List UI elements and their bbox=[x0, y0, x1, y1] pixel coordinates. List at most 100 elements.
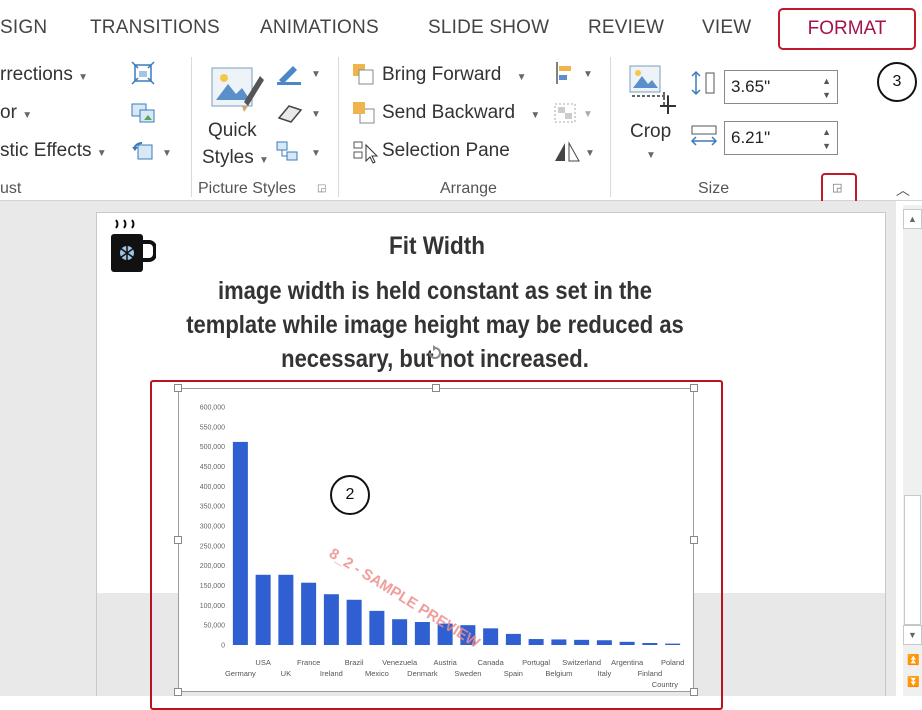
bar-venezuela bbox=[392, 619, 408, 645]
scroll-down-arrow-icon[interactable]: ▼ bbox=[903, 625, 922, 645]
artistic-effects-button[interactable]: stic Effects ▼ bbox=[0, 140, 107, 162]
shape-width-input[interactable]: 6.21" ▲ ▼ bbox=[724, 121, 838, 155]
rotate-handle-icon[interactable] bbox=[427, 345, 443, 361]
rotate-icon[interactable]: ▼ bbox=[553, 139, 597, 165]
slide-title: Fit Width bbox=[388, 232, 486, 260]
y-tick-label: 50,000 bbox=[204, 623, 226, 630]
picture-styles-launcher-icon[interactable]: ◲ bbox=[317, 183, 326, 194]
tab-design[interactable]: SIGN bbox=[0, 17, 47, 39]
dialog-launcher-icon: ◲ bbox=[832, 182, 843, 194]
picture-border-icon[interactable]: ▼ bbox=[275, 60, 323, 86]
scroll-up-arrow-icon[interactable]: ▲ bbox=[903, 209, 922, 229]
tab-view[interactable]: VIEW bbox=[702, 17, 751, 39]
selection-pane-icon bbox=[352, 139, 379, 165]
size-group-label: Size bbox=[698, 180, 730, 197]
reset-picture-icon[interactable]: ▼ bbox=[130, 139, 174, 165]
y-tick-label: 600,000 bbox=[200, 405, 225, 412]
crop-dropdown-icon[interactable]: ▼ bbox=[646, 150, 656, 161]
height-up-arrow-icon[interactable]: ▲ bbox=[822, 76, 831, 86]
crop-button[interactable]: Crop bbox=[630, 121, 671, 143]
x-category-label: Canada bbox=[477, 658, 504, 667]
resize-handle-bottom-left[interactable] bbox=[174, 688, 182, 696]
width-down-arrow-icon[interactable]: ▼ bbox=[822, 141, 831, 151]
bar-ireland bbox=[323, 594, 339, 645]
send-backward-button[interactable]: Send Backward ▼ bbox=[382, 102, 540, 124]
width-up-arrow-icon[interactable]: ▲ bbox=[822, 127, 831, 137]
next-slide-icon[interactable]: ⏬ bbox=[907, 677, 919, 688]
y-tick-label: 400,000 bbox=[200, 484, 225, 491]
tab-transitions[interactable]: TRANSITIONS bbox=[90, 17, 220, 39]
quick-styles-icon[interactable] bbox=[208, 62, 266, 118]
previous-slide-icon[interactable]: ⏫ bbox=[907, 655, 919, 666]
compress-pictures-icon[interactable] bbox=[130, 60, 156, 86]
x-category-label: Germany bbox=[225, 669, 256, 678]
bar-usa bbox=[255, 574, 271, 645]
x-category-label: France bbox=[297, 658, 320, 667]
quick-styles-label[interactable]: Quick bbox=[208, 120, 257, 142]
shape-height-input[interactable]: 3.65" ▲ ▼ bbox=[724, 70, 838, 104]
collapse-ribbon-icon[interactable]: ︿ bbox=[896, 180, 910, 200]
callout-3: 3 bbox=[877, 62, 917, 102]
quick-styles-label-2[interactable]: Styles ▼ bbox=[202, 147, 269, 169]
resize-handle-right[interactable] bbox=[690, 536, 698, 544]
bar-belgium bbox=[551, 639, 567, 645]
bar-poland bbox=[665, 643, 681, 645]
svg-text:▼: ▼ bbox=[583, 109, 593, 120]
change-picture-icon[interactable] bbox=[130, 100, 156, 126]
y-tick-label: 200,000 bbox=[200, 563, 225, 570]
arrange-group-label: Arrange bbox=[440, 180, 497, 197]
tab-format-label: FORMAT bbox=[807, 18, 887, 39]
bar-denmark bbox=[414, 621, 430, 645]
tab-review[interactable]: REVIEW bbox=[588, 17, 664, 39]
resize-handle-top-right[interactable] bbox=[690, 384, 698, 392]
x-category-label: Portugal bbox=[522, 658, 550, 667]
resize-handle-left[interactable] bbox=[174, 536, 182, 544]
bar-italy bbox=[596, 640, 612, 645]
x-axis-label: Country bbox=[652, 680, 679, 689]
shape-height-icon bbox=[690, 70, 720, 96]
bar-france bbox=[301, 582, 317, 645]
picture-effects-icon[interactable]: ▼ bbox=[275, 100, 323, 126]
y-tick-label: 500,000 bbox=[200, 444, 225, 451]
x-category-label: Poland bbox=[661, 658, 684, 667]
x-category-label: UK bbox=[281, 669, 291, 678]
x-category-label: USA bbox=[255, 658, 270, 667]
align-icon[interactable]: ▼ bbox=[553, 60, 597, 86]
tab-format[interactable]: FORMAT bbox=[778, 8, 916, 50]
selection-pane-button[interactable]: Selection Pane bbox=[382, 140, 510, 162]
y-tick-label: 100,000 bbox=[200, 603, 225, 610]
picture-layout-icon[interactable]: ▼ bbox=[275, 139, 323, 165]
resize-handle-top-left[interactable] bbox=[174, 384, 182, 392]
scroll-thumb[interactable] bbox=[904, 495, 921, 625]
y-tick-label: 350,000 bbox=[200, 504, 225, 511]
shape-width-icon bbox=[690, 123, 720, 149]
y-tick-label: 250,000 bbox=[200, 543, 225, 550]
height-down-arrow-icon[interactable]: ▼ bbox=[822, 90, 831, 100]
tab-slide-show[interactable]: SLIDE SHOW bbox=[428, 17, 549, 39]
body-line-1: image width is held constant as set in t… bbox=[218, 277, 652, 305]
y-tick-label: 0 bbox=[221, 643, 225, 650]
svg-text:▼: ▼ bbox=[583, 69, 593, 80]
chart-picture[interactable]: 0 50,000 100,000 150,000 200,000 250,000 300,0… bbox=[178, 388, 694, 692]
y-tick-label: 550,000 bbox=[200, 424, 225, 431]
shape-height-value: 3.65" bbox=[731, 77, 771, 96]
tab-animations[interactable]: ANIMATIONS bbox=[260, 17, 379, 39]
picture-styles-group-label: Picture Styles bbox=[198, 180, 296, 197]
resize-handle-bottom-right[interactable] bbox=[690, 688, 698, 696]
crop-icon[interactable] bbox=[628, 62, 678, 114]
svg-text:▼: ▼ bbox=[311, 69, 321, 80]
x-category-label: Brazil bbox=[345, 658, 364, 667]
bar-mexico bbox=[369, 610, 385, 645]
bring-forward-button[interactable]: Bring Forward ▼ bbox=[382, 64, 527, 86]
x-category-label: Spain bbox=[504, 669, 523, 678]
corrections-button[interactable]: rrections ▼ bbox=[0, 64, 88, 86]
x-category-label: Ireland bbox=[320, 669, 343, 678]
svg-text:▼: ▼ bbox=[311, 109, 321, 120]
color-button[interactable]: or ▼ bbox=[0, 102, 32, 124]
bar-uk bbox=[278, 574, 294, 645]
body-line-2: template while image height may be reduc… bbox=[186, 311, 684, 339]
resize-handle-top[interactable] bbox=[432, 384, 440, 392]
vertical-scrollbar[interactable]: ▲ ▼ ⏫ ⏬ bbox=[903, 205, 922, 696]
group-objects-icon[interactable]: ▼ bbox=[553, 100, 597, 126]
adjust-group-label: ust bbox=[0, 180, 22, 197]
